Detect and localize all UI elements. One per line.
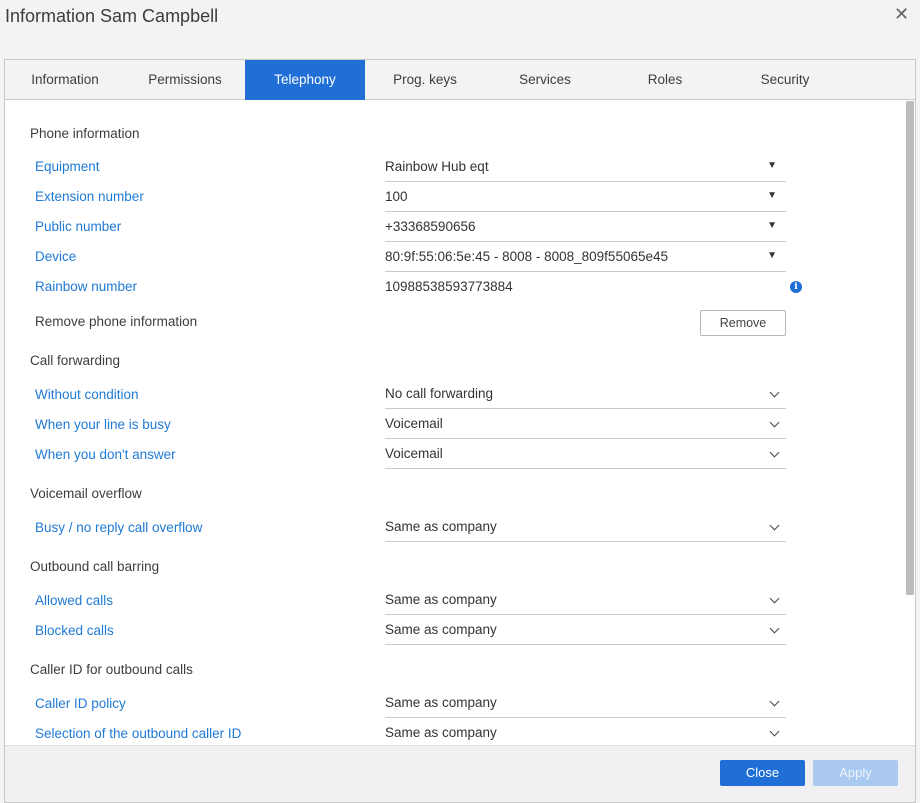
- line-busy-select[interactable]: Voicemail: [385, 410, 786, 439]
- no-answer-select[interactable]: Voicemail: [385, 440, 786, 469]
- public-number-select[interactable]: +33368590656 ▼: [385, 213, 786, 242]
- tab-security[interactable]: Security: [725, 60, 845, 100]
- section-phone-information: Phone information: [30, 126, 140, 141]
- close-icon[interactable]: ✕: [894, 4, 909, 25]
- section-call-forwarding: Call forwarding: [30, 353, 121, 368]
- chevron-down-icon: [769, 417, 780, 428]
- dialog-footer: Close Apply: [5, 745, 915, 802]
- tab-bar: Information Permissions Telephony Prog. …: [5, 60, 915, 100]
- vertical-scrollbar[interactable]: [906, 101, 914, 595]
- info-icon[interactable]: i: [790, 281, 802, 293]
- equipment-select[interactable]: Rainbow Hub eqt ▼: [385, 153, 786, 182]
- chevron-down-icon: [769, 447, 780, 458]
- rainbow-number-label: Rainbow number: [35, 279, 138, 294]
- blocked-calls-label: Blocked calls: [35, 623, 114, 638]
- section-caller-id: Caller ID for outbound calls: [30, 662, 193, 677]
- without-condition-select[interactable]: No call forwarding: [385, 380, 786, 409]
- chevron-down-icon: [769, 696, 780, 707]
- blocked-calls-select[interactable]: Same as company: [385, 616, 786, 645]
- rainbow-number-value: 10988538593773884: [385, 279, 513, 294]
- chevron-down-icon: [769, 387, 780, 398]
- dropdown-caret-icon: ▼: [767, 160, 777, 171]
- dropdown-caret-icon: ▼: [767, 220, 777, 231]
- device-label: Device: [35, 249, 77, 264]
- telephony-panel: Phone information Equipment Rainbow Hub …: [5, 101, 905, 745]
- outbound-caller-id-select[interactable]: Same as company: [385, 719, 786, 745]
- tab-prog-keys[interactable]: Prog. keys: [365, 60, 485, 100]
- without-condition-label: Without condition: [35, 387, 139, 402]
- caller-id-policy-label: Caller ID policy: [35, 696, 126, 711]
- section-voicemail-overflow: Voicemail overflow: [30, 486, 142, 501]
- tab-services[interactable]: Services: [485, 60, 605, 100]
- close-button[interactable]: Close: [720, 760, 805, 786]
- tab-telephony[interactable]: Telephony: [245, 60, 365, 100]
- dropdown-caret-icon: ▼: [767, 250, 777, 261]
- extension-number-value: 100: [385, 189, 408, 204]
- caller-id-policy-value: Same as company: [385, 695, 497, 710]
- caller-id-policy-select[interactable]: Same as company: [385, 689, 786, 718]
- equipment-label: Equipment: [35, 159, 100, 174]
- equipment-value: Rainbow Hub eqt: [385, 159, 489, 174]
- device-value: 80:9f:55:06:5e:45 - 8008 - 8008_809f5506…: [385, 249, 668, 264]
- tab-roles[interactable]: Roles: [605, 60, 725, 100]
- allowed-calls-select[interactable]: Same as company: [385, 586, 786, 615]
- chevron-down-icon: [769, 726, 780, 737]
- section-outbound-call-barring: Outbound call barring: [30, 559, 160, 574]
- rainbow-number-field: 10988538593773884: [385, 273, 786, 302]
- no-answer-label: When you don't answer: [35, 447, 176, 462]
- extension-number-select[interactable]: 100 ▼: [385, 183, 786, 212]
- tab-information[interactable]: Information: [5, 60, 125, 100]
- busy-no-reply-select[interactable]: Same as company: [385, 513, 786, 542]
- chevron-down-icon: [769, 593, 780, 604]
- extension-number-label: Extension number: [35, 189, 144, 204]
- line-busy-label: When your line is busy: [35, 417, 171, 432]
- apply-button[interactable]: Apply: [813, 760, 898, 786]
- line-busy-value: Voicemail: [385, 416, 443, 431]
- without-condition-value: No call forwarding: [385, 386, 494, 401]
- dropdown-caret-icon: ▼: [767, 190, 777, 201]
- remove-phone-information-label: Remove phone information: [35, 314, 198, 329]
- outbound-caller-id-label: Selection of the outbound caller ID: [35, 726, 242, 741]
- tab-permissions[interactable]: Permissions: [125, 60, 245, 100]
- public-number-value: +33368590656: [385, 219, 476, 234]
- outbound-caller-id-value: Same as company: [385, 725, 497, 740]
- busy-no-reply-value: Same as company: [385, 519, 497, 534]
- device-select[interactable]: 80:9f:55:06:5e:45 - 8008 - 8008_809f5506…: [385, 243, 786, 272]
- remove-button[interactable]: Remove: [700, 310, 786, 336]
- no-answer-value: Voicemail: [385, 446, 443, 461]
- dialog-body: Information Permissions Telephony Prog. …: [4, 59, 916, 803]
- allowed-calls-label: Allowed calls: [35, 593, 114, 608]
- chevron-down-icon: [769, 520, 780, 531]
- public-number-label: Public number: [35, 219, 122, 234]
- dialog-title: Information Sam Campbell: [5, 6, 219, 26]
- allowed-calls-value: Same as company: [385, 592, 497, 607]
- blocked-calls-value: Same as company: [385, 622, 497, 637]
- chevron-down-icon: [769, 623, 780, 634]
- busy-no-reply-label: Busy / no reply call overflow: [35, 520, 203, 535]
